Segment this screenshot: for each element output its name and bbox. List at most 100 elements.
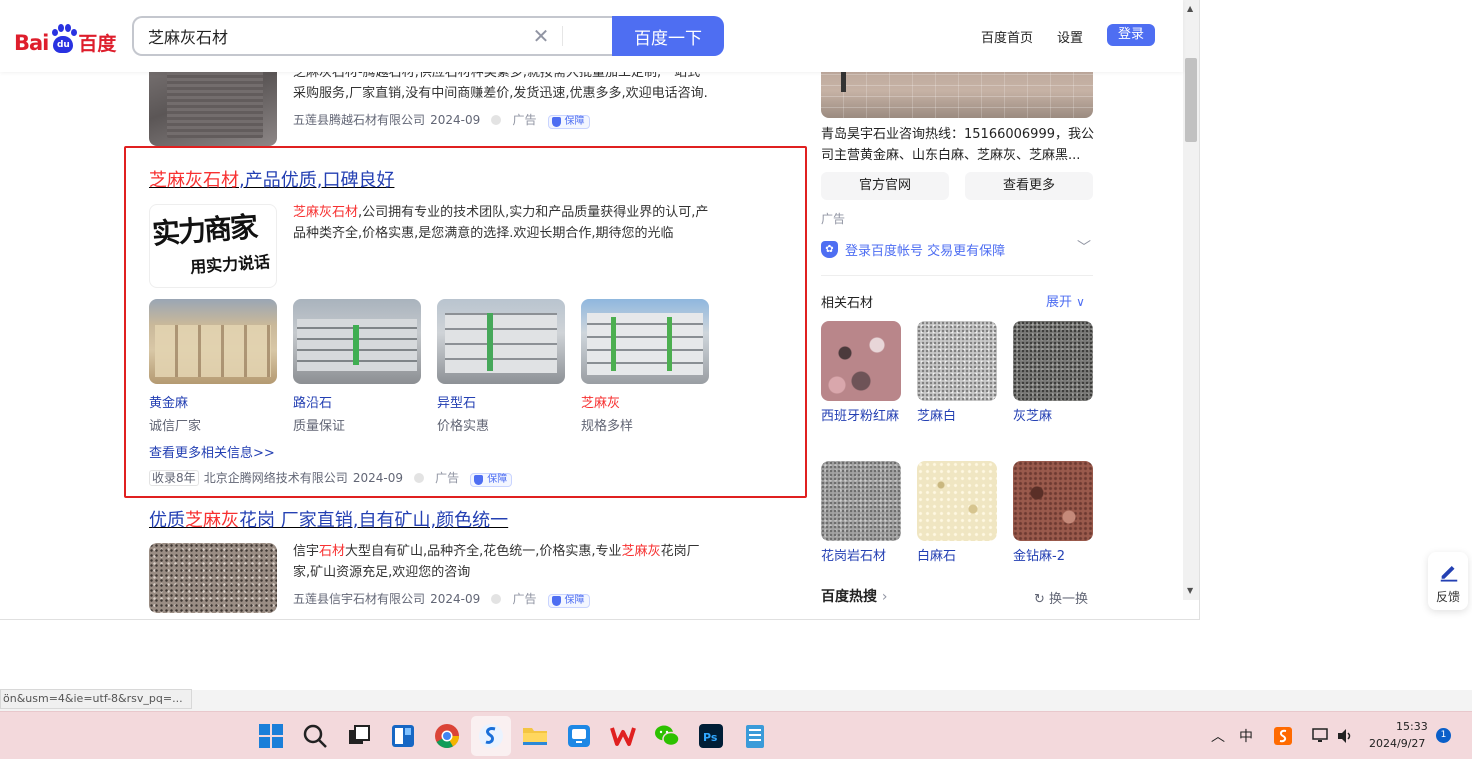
- related-image-5[interactable]: [1013, 461, 1093, 541]
- result-2-company[interactable]: 五莲县信宇石材有限公司: [293, 592, 425, 606]
- scroll-down-icon[interactable]: ▼: [1187, 586, 1193, 595]
- guarantee-badge[interactable]: 保障: [547, 594, 590, 608]
- card-name-3[interactable]: 芝麻灰: [581, 392, 620, 411]
- task-view-icon[interactable]: [346, 723, 372, 749]
- chevron-right-icon: ›: [881, 589, 888, 605]
- hot-search-label: 百度热搜: [821, 589, 877, 605]
- search-input[interactable]: [148, 18, 518, 54]
- result-2-thumbnail[interactable]: [149, 543, 277, 613]
- notification-badge[interactable]: 1: [1436, 728, 1451, 743]
- result-2-title[interactable]: 优质芝麻灰花岗 厂家直销,自有矿山,颜色统一: [149, 510, 508, 532]
- desc-text: 大型自有矿山,品种齐全,花色统一,价格实惠,专业: [345, 544, 622, 559]
- guarantee-badge[interactable]: 保障: [470, 473, 513, 487]
- taskbar: Ps ︿ 中 15:33 2024/9/27 1: [0, 711, 1472, 759]
- related-name-0[interactable]: 西班牙粉红麻: [821, 406, 901, 428]
- wps-icon[interactable]: [610, 723, 636, 749]
- title-text: ,产品优质,口碑良好: [239, 170, 395, 191]
- network-icon[interactable]: [1312, 728, 1330, 744]
- feedback-label: 反馈: [1435, 590, 1460, 604]
- status-url: ön&usm=4&ie=utf-8&rsv_pq=...: [0, 689, 192, 709]
- close-icon[interactable]: ✕: [530, 25, 552, 47]
- chevron-up-icon[interactable]: ︿: [1211, 726, 1225, 746]
- monitor-app-icon[interactable]: [566, 723, 592, 749]
- page-scrollbar[interactable]: ▲ ▼: [1183, 0, 1199, 600]
- clock-date[interactable]: 2024/9/27: [1369, 737, 1425, 750]
- result-0-company[interactable]: 五莲县腾越石材有限公司: [293, 113, 425, 127]
- settings-link[interactable]: 设置: [1057, 27, 1083, 46]
- related-image-1[interactable]: [917, 321, 997, 401]
- more-info-link[interactable]: 查看更多相关信息>>: [149, 442, 275, 461]
- search-button[interactable]: 百度一下: [612, 16, 724, 56]
- windows-start-icon[interactable]: [258, 723, 284, 749]
- edit-icon: [1440, 565, 1458, 582]
- notepad-icon[interactable]: [742, 723, 768, 749]
- ime-indicator[interactable]: 中: [1239, 726, 1253, 746]
- related-image-4[interactable]: [917, 461, 997, 541]
- widgets-icon[interactable]: [390, 723, 416, 749]
- view-more-button[interactable]: 查看更多: [965, 172, 1093, 200]
- chrome-icon[interactable]: [434, 723, 460, 749]
- result-0-thumbnail[interactable]: [149, 60, 277, 146]
- sidebar-ad-label: 广告: [821, 212, 846, 226]
- expand-button[interactable]: 展开 ∨: [1046, 291, 1085, 310]
- clock-time[interactable]: 15:33: [1396, 720, 1428, 733]
- chevron-down-icon[interactable]: ﹀: [1077, 237, 1091, 257]
- info-dot-icon[interactable]: [414, 472, 425, 483]
- desc-text: 花岗厂: [660, 544, 700, 559]
- search-icon[interactable]: [302, 723, 328, 749]
- sogou-browser-icon[interactable]: [478, 723, 504, 749]
- related-name-5[interactable]: 金钻麻-2: [1013, 546, 1093, 568]
- card-sub-2: 价格实惠: [437, 419, 490, 434]
- paw-icon: du: [49, 24, 78, 54]
- card-image-luyanshi[interactable]: [293, 299, 421, 384]
- scroll-up-icon[interactable]: ▲: [1187, 4, 1193, 13]
- card-sub-3: 规格多样: [581, 419, 634, 434]
- result-1-logo[interactable]: 实力商家 用实力说话: [149, 204, 277, 288]
- guarantee-badge[interactable]: 保障: [547, 115, 590, 129]
- sogou-ime-icon[interactable]: [1274, 727, 1292, 745]
- related-image-3[interactable]: [821, 461, 901, 541]
- ad-label: 广告: [512, 113, 537, 127]
- browser-viewport: 芝麻灰石材-腾越石材,供应石材种类繁多,就按需大批量加工定制,一站式 采购服务,…: [0, 0, 1200, 620]
- card-sub-1: 质量保证: [293, 419, 346, 434]
- related-name-1[interactable]: 芝麻白: [917, 406, 997, 428]
- result-1-title[interactable]: 芝麻灰石材,产品优质,口碑良好: [149, 170, 394, 192]
- logo-text: Bai: [14, 31, 49, 55]
- scroll-thumb[interactable]: [1185, 58, 1197, 142]
- related-name-4[interactable]: 白麻石: [917, 546, 997, 568]
- wechat-icon[interactable]: [654, 723, 680, 749]
- card-name-2[interactable]: 异型石: [437, 392, 476, 411]
- related-name-2[interactable]: 灰芝麻: [1013, 406, 1093, 428]
- feedback-button[interactable]: 反馈: [1428, 552, 1468, 610]
- result-2-desc-line2: 家,矿山资源充足,欢迎您的咨询: [293, 565, 471, 580]
- paw-shield-icon: ✿: [821, 241, 838, 258]
- file-explorer-icon[interactable]: [522, 723, 548, 749]
- related-stones-title: 相关石材: [821, 296, 874, 311]
- sidebar-ad-desc-2: 司主营黄金麻、山东白麻、芝麻灰、芝麻黑...: [821, 148, 1081, 163]
- baidu-logo[interactable]: Bai du 百度: [14, 18, 116, 54]
- card-name-1[interactable]: 路沿石: [293, 392, 332, 411]
- volume-icon[interactable]: [1336, 728, 1354, 744]
- info-dot-icon[interactable]: [491, 114, 502, 125]
- card-image-yixingshi[interactable]: [437, 299, 565, 384]
- baidu-home-link[interactable]: 百度首页: [981, 27, 1033, 46]
- official-site-button[interactable]: 官方官网: [821, 172, 949, 200]
- hot-search-title[interactable]: 百度热搜 ›: [821, 586, 887, 606]
- related-image-2[interactable]: [1013, 321, 1093, 401]
- result-1-date: 2024-09: [352, 471, 403, 485]
- result-1-desc: 芝麻灰石材,公司拥有专业的技术团队,实力和产品质量获得业界的认可,产: [293, 202, 708, 223]
- login-hint[interactable]: ✿ 登录百度帐号 交易更有保障 ﹀: [821, 240, 1093, 260]
- refresh-button[interactable]: ↻ 换一换: [1034, 588, 1088, 607]
- related-image-0[interactable]: [821, 321, 901, 401]
- login-button[interactable]: 登录: [1107, 24, 1155, 46]
- desc-keyword: 石材: [319, 544, 346, 559]
- info-dot-icon[interactable]: [491, 593, 502, 604]
- card-image-huangjinma[interactable]: [149, 299, 277, 384]
- card-name-0[interactable]: 黄金麻: [149, 392, 188, 411]
- photoshop-icon[interactable]: Ps: [698, 723, 724, 749]
- result-1-company[interactable]: 北京企腾网络技术有限公司: [204, 471, 348, 485]
- indexed-years-badge: 收录8年: [149, 470, 199, 486]
- card-image-zhimahui[interactable]: [581, 299, 709, 384]
- related-name-3[interactable]: 花岗岩石材: [821, 546, 901, 568]
- refresh-label: 换一换: [1049, 592, 1089, 607]
